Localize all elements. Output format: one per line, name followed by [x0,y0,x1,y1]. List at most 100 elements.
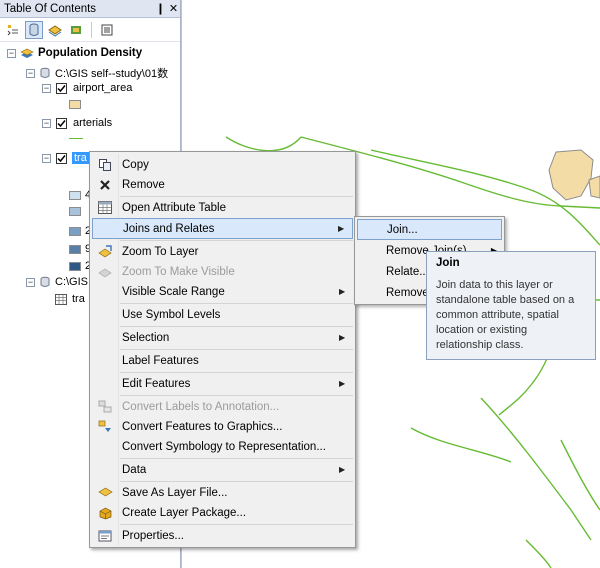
collapse-icon[interactable]: − [7,48,16,58]
menu-item-zoom-to-layer[interactable]: Zoom To Layer [92,241,353,262]
menu-item-copy[interactable]: Copy [92,154,353,175]
options-icon[interactable] [98,21,116,39]
database-icon [40,276,50,287]
menu-item-joins-and-relates[interactable]: Joins and Relates ▶ [92,218,353,239]
arterial-line [480,397,592,541]
menu-item-zoom-to-make-visible[interactable]: Zoom To Make Visible [92,261,353,282]
menu-item-label: Joins and Relates [123,222,215,235]
layers-icon [20,48,34,58]
legend-class-row[interactable]: 4 [69,189,91,201]
table-icon [55,293,67,305]
arterial-line [225,136,302,152]
menu-item-label: Convert Labels to Annotation... [122,400,280,413]
legend-swatch-row[interactable] [69,100,81,109]
menu-item-label: Selection [122,331,170,344]
menu-item-label: Remove [122,178,165,191]
workspace-row[interactable]: − C:\GIS [26,276,88,288]
menu-item-open-attribute-table[interactable]: Open Attribute Table [92,197,353,218]
layer-visibility-checkbox[interactable] [56,117,67,129]
submenu-arrow-icon: ▶ [339,287,346,296]
tooltip-title: Join [436,257,460,269]
workspace-path: C:\GIS [55,276,89,288]
menu-item-convert-labels-to-annotation[interactable]: Convert Labels to Annotation... [92,396,353,417]
line-swatch[interactable] [69,138,83,139]
layer-package-icon [92,506,118,520]
layer-visibility-checkbox[interactable] [56,152,67,164]
legend-class-row[interactable]: 9 [69,243,91,255]
arterial-line [525,539,552,568]
menu-item-label: Properties... [122,529,184,542]
menu-item-convert-features-to-graphics[interactable]: Convert Features to Graphics... [92,416,353,437]
properties-icon [92,529,118,542]
root-layer-row[interactable]: − Population Density [7,47,142,59]
layer-row-airport-area[interactable]: − airport_area [42,82,132,94]
menu-item-use-symbol-levels[interactable]: Use Symbol Levels [92,304,353,325]
menu-item-properties[interactable]: Properties... [92,525,353,546]
legend-line-row[interactable] [69,138,83,139]
submenu-arrow-icon: ▶ [339,465,346,474]
table-row[interactable]: tra [55,293,85,305]
menu-item-label-features[interactable]: Label Features [92,350,353,371]
polygon-swatch[interactable] [69,100,81,109]
layer-row-arterials[interactable]: − arterials [42,117,112,129]
collapse-icon[interactable]: − [26,68,35,78]
remove-icon [92,179,118,191]
toc-toolbar [0,18,180,42]
table-name: tra [72,293,85,305]
airport-polygon [588,175,600,199]
list-by-visibility-icon[interactable] [46,21,64,39]
menu-item-selection[interactable]: Selection ▶ [92,327,353,348]
menu-item-label: Data [122,463,147,476]
menu-item-convert-symbology[interactable]: Convert Symbology to Representation... [92,436,353,457]
menu-item-label: Label Features [122,354,199,367]
convert-features-icon [92,420,118,433]
menu-item-label: Save As Layer File... [122,486,228,499]
pin-icon[interactable]: ❙ [154,2,167,15]
legend-class-row[interactable] [69,207,81,216]
class-swatch[interactable] [69,190,81,200]
layer-name-selected[interactable]: tra [72,152,89,164]
layer-row-tra[interactable]: − tra [42,152,89,164]
menu-item-label: Create Layer Package... [122,506,247,519]
menu-item-visible-scale-range[interactable]: Visible Scale Range ▶ [92,281,353,302]
zoom-visible-icon [92,265,118,279]
submenu-arrow-icon: ▶ [339,333,346,342]
toolbar-separator [91,21,92,38]
menu-item-save-as-layer-file[interactable]: Save As Layer File... [92,482,353,503]
legend-class-row[interactable]: 2 [69,260,91,272]
layer-context-menu: Copy Remove Open Attribute Table Joins a… [89,151,356,548]
menu-item-label: Open Attribute Table [122,201,226,214]
layer-visibility-checkbox[interactable] [56,82,67,94]
menu-item-label: Zoom To Make Visible [122,265,235,278]
legend-class-row[interactable]: 2 [69,225,91,237]
submenu-arrow-icon: ▶ [338,224,345,233]
submenu-item-label: Join... [387,223,418,236]
collapse-icon[interactable]: − [42,83,51,93]
collapse-icon[interactable]: − [26,277,35,287]
database-icon [40,67,50,78]
list-by-selection-icon[interactable] [67,21,85,39]
airport-polygon [548,149,594,201]
menu-item-label: Visible Scale Range [122,285,225,298]
menu-item-create-layer-package[interactable]: Create Layer Package... [92,502,353,523]
submenu-item-join[interactable]: Join... [357,219,502,240]
menu-item-edit-features[interactable]: Edit Features ▶ [92,373,353,394]
collapse-icon[interactable]: − [42,118,51,128]
tooltip-body: Join data to this layer or standalone ta… [436,279,575,351]
workspace-row[interactable]: − C:\GIS self--study\01数 [26,65,168,81]
list-by-source-icon[interactable] [25,20,43,39]
class-swatch[interactable] [69,226,81,236]
menu-item-remove[interactable]: Remove [92,174,353,195]
close-icon[interactable]: ✕ [167,2,180,15]
class-swatch[interactable] [69,207,81,216]
list-by-drawing-order-icon[interactable] [4,21,22,39]
class-swatch[interactable] [69,261,81,271]
collapse-icon[interactable]: − [42,153,51,163]
copy-icon [92,158,118,172]
menu-item-label: Convert Features to Graphics... [122,420,283,433]
arterial-line [410,427,512,463]
class-swatch[interactable] [69,244,81,254]
menu-item-data[interactable]: Data ▶ [92,459,353,480]
menu-item-label: Use Symbol Levels [122,308,221,321]
workspace-path: C:\GIS self--study\01数 [55,68,169,80]
